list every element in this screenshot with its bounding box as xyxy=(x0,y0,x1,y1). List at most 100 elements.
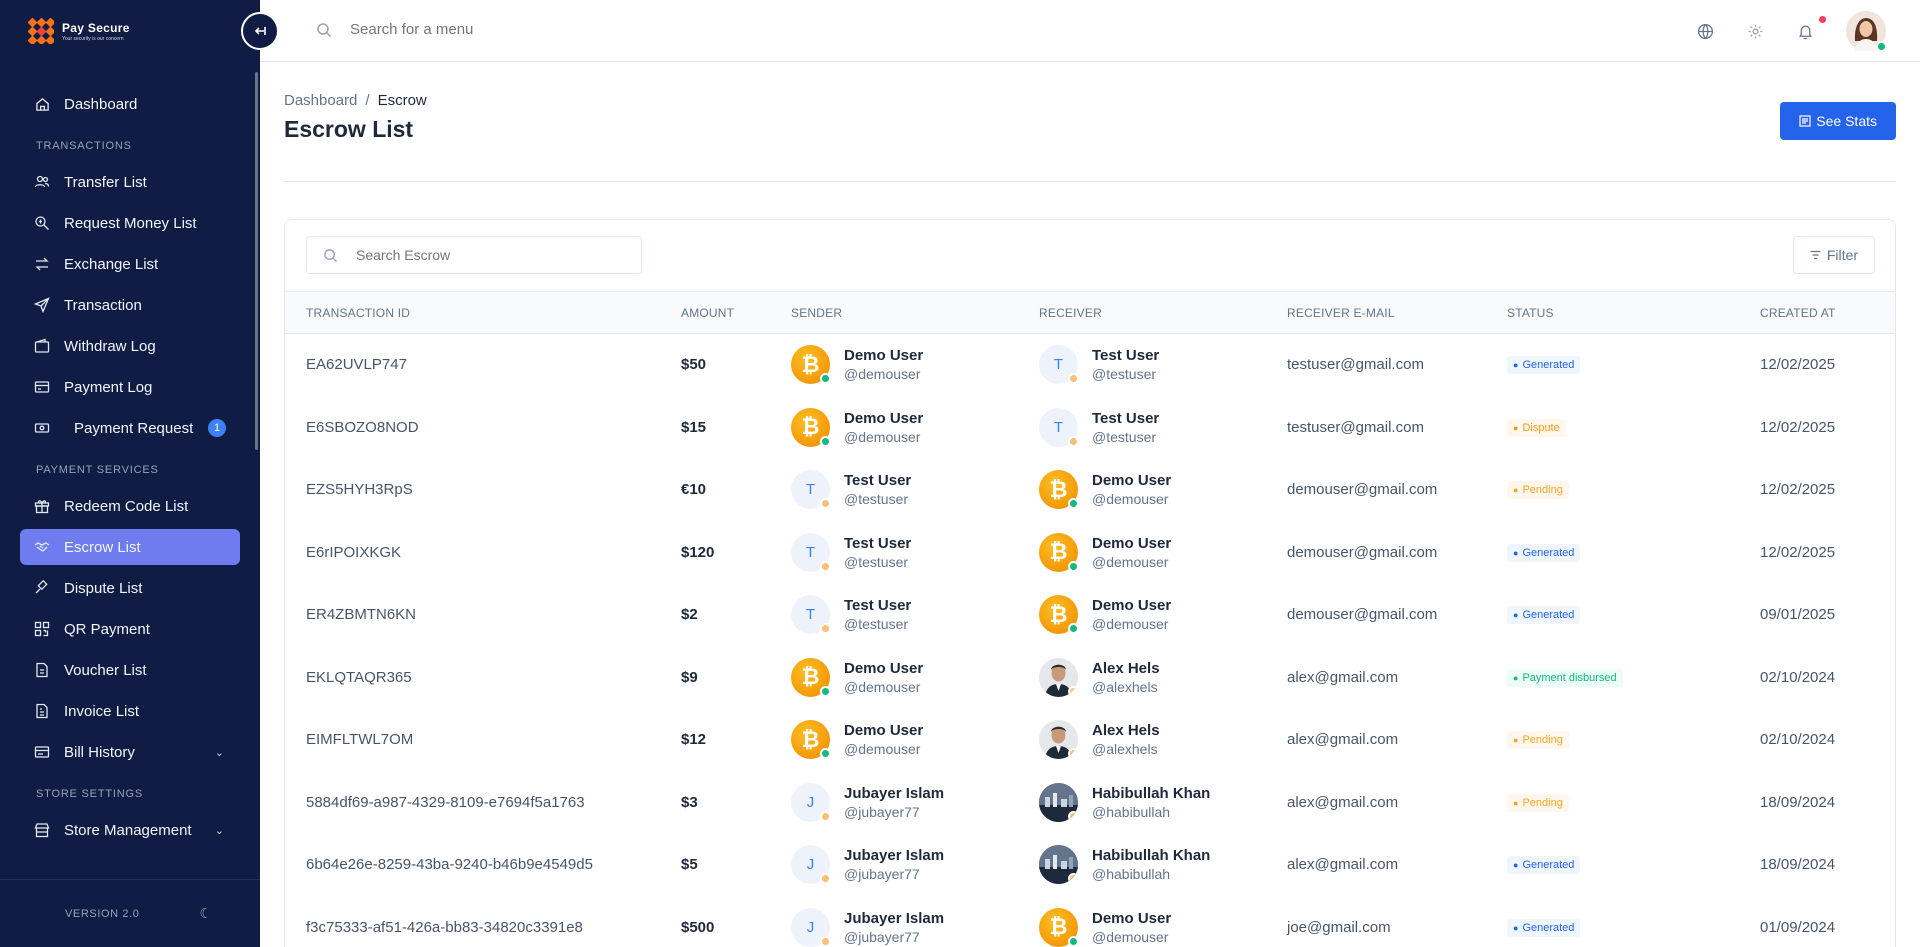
sidebar-item-invoice-list[interactable]: Invoice List xyxy=(20,693,240,729)
sender-cell: J Jubayer Islam @jubayer77 xyxy=(791,896,1039,947)
sidebar-item-voucher-list[interactable]: Voucher List xyxy=(20,652,240,688)
status-badge: Generated xyxy=(1507,356,1581,375)
user-cell[interactable]: ₿ Demo User @demouser xyxy=(1039,595,1287,635)
status-cell: Payment disbursed xyxy=(1507,646,1760,709)
user-cell[interactable]: ₿ Demo User @demouser xyxy=(791,345,1039,385)
brand-logo[interactable]: Pay Secure Your security is our concern xyxy=(28,18,130,44)
user-cell[interactable]: T Test User @testuser xyxy=(1039,345,1287,385)
user-cell[interactable]: ₿ Demo User @demouser xyxy=(1039,907,1287,947)
sidebar-item-label: Store Management xyxy=(64,821,192,839)
sidebar-item-qr-payment[interactable]: QR Payment xyxy=(20,611,240,647)
column-receiver-email[interactable]: RECEIVER E-MAIL xyxy=(1287,292,1507,334)
user-cell[interactable]: T Test User @testuser xyxy=(791,532,1039,572)
transaction-id[interactable]: EKLQTAQR365 xyxy=(285,646,681,709)
breadcrumb-current: Escrow xyxy=(377,92,427,109)
table-row[interactable]: E6SBOZO8NOD $15 ₿ Demo User @demouser T … xyxy=(285,396,1895,459)
sidebar-scrollbar[interactable] xyxy=(255,72,258,450)
user-cell[interactable]: J Jubayer Islam @jubayer77 xyxy=(791,907,1039,947)
sidebar-item-withdraw-log[interactable]: Withdraw Log xyxy=(20,328,240,364)
user-cell[interactable]: ₿ Demo User @demouser xyxy=(791,657,1039,697)
brand-name: Pay Secure xyxy=(62,20,130,35)
globe-icon[interactable] xyxy=(1696,22,1714,40)
user-cell[interactable]: T Test User @testuser xyxy=(791,470,1039,510)
table-row[interactable]: E6rIPOIXKGK $120 T Test User @testuser ₿… xyxy=(285,521,1895,584)
sidebar-item-store-management[interactable]: Store Management ⌄ xyxy=(20,812,240,848)
user-cell[interactable]: Alex Hels @alexhels xyxy=(1039,657,1287,697)
sidebar-item-redeem-code-list[interactable]: Redeem Code List xyxy=(20,488,240,524)
sidebar-item-bill-history[interactable]: Bill History ⌄ xyxy=(20,734,240,770)
user-cell[interactable]: T Test User @testuser xyxy=(1039,407,1287,447)
sender-cell: ₿ Demo User @demouser xyxy=(791,646,1039,709)
table-row[interactable]: 6b64e26e-8259-43ba-9240-b46b9e4549d5 $5 … xyxy=(285,834,1895,897)
user-cell[interactable]: J Jubayer Islam @jubayer77 xyxy=(791,782,1039,822)
table-row[interactable]: EKLQTAQR365 $9 ₿ Demo User @demouser Ale… xyxy=(285,646,1895,709)
sidebar-item-payment-request[interactable]: Payment Request 1 xyxy=(20,410,240,446)
transaction-id[interactable]: EZS5HYH3RpS xyxy=(285,459,681,522)
sidebar-item-request-money-list[interactable]: Request Money List xyxy=(20,205,240,241)
table-row[interactable]: EZS5HYH3RpS €10 T Test User @testuser ₿ … xyxy=(285,459,1895,522)
sidebar-item-escrow-list[interactable]: Escrow List xyxy=(20,529,240,565)
sender-cell: ₿ Demo User @demouser xyxy=(791,709,1039,772)
sidebar-item-transaction[interactable]: Transaction xyxy=(20,287,240,323)
transaction-id[interactable]: 6b64e26e-8259-43ba-9240-b46b9e4549d5 xyxy=(285,834,681,897)
transaction-id[interactable]: 5884df69-a987-4329-8109-e7694f5a1763 xyxy=(285,771,681,834)
user-cell[interactable]: J Jubayer Islam @jubayer77 xyxy=(791,845,1039,885)
sidebar-item-transfer-list[interactable]: Transfer List xyxy=(20,164,240,200)
transaction-id[interactable]: E6rIPOIXKGK xyxy=(285,521,681,584)
transaction-id[interactable]: EIMFLTWL7OM xyxy=(285,709,681,772)
transaction-id[interactable]: EA62UVLP747 xyxy=(285,334,681,397)
table-row[interactable]: EIMFLTWL7OM $12 ₿ Demo User @demouser Al… xyxy=(285,709,1895,772)
user-name: Demo User xyxy=(844,347,924,365)
status-badge: Payment disbursed xyxy=(1507,668,1623,687)
table-row[interactable]: 5884df69-a987-4329-8109-e7694f5a1763 $3 … xyxy=(285,771,1895,834)
user-cell[interactable]: T Test User @testuser xyxy=(791,595,1039,635)
see-stats-button[interactable]: See Stats xyxy=(1780,102,1896,140)
breadcrumb-dashboard-link[interactable]: Dashboard xyxy=(284,92,357,109)
amount: $12 xyxy=(681,731,707,749)
user-cell[interactable]: ₿ Demo User @demouser xyxy=(791,720,1039,760)
user-avatar[interactable] xyxy=(1846,11,1887,52)
sidebar-item-dashboard[interactable]: Dashboard xyxy=(20,86,240,122)
column-receiver[interactable]: RECEIVER xyxy=(1039,292,1287,334)
user-cell[interactable]: ₿ Demo User @demouser xyxy=(1039,470,1287,510)
global-search-input[interactable] xyxy=(350,21,650,38)
escrow-search-input[interactable] xyxy=(356,247,616,263)
user-cell[interactable]: ₿ Demo User @demouser xyxy=(791,407,1039,447)
table-row[interactable]: EA62UVLP747 $50 ₿ Demo User @demouser T … xyxy=(285,334,1895,397)
notification-bell-icon[interactable] xyxy=(1796,16,1826,40)
user-name: Jubayer Islam xyxy=(844,909,945,927)
user-handle: @jubayer77 xyxy=(844,866,920,883)
theme-toggle-moon-icon[interactable]: ☾ xyxy=(199,905,212,922)
column-created-at[interactable]: CREATED AT xyxy=(1760,292,1895,334)
column-status[interactable]: STATUS xyxy=(1507,292,1760,334)
user-avatar: ₿ xyxy=(791,720,831,760)
settings-gear-icon[interactable] xyxy=(1746,22,1764,40)
user-status-dot xyxy=(820,373,831,385)
transaction-id[interactable]: E6SBOZO8NOD xyxy=(285,396,681,459)
sidebar: Pay Secure Your security is our concern … xyxy=(0,0,260,947)
user-cell[interactable]: Habibullah Khan @habibullah xyxy=(1039,845,1287,885)
column-amount[interactable]: AMOUNT xyxy=(681,292,791,334)
user-name: Jubayer Islam xyxy=(844,784,945,802)
user-status-dot xyxy=(820,810,831,822)
sender-cell: T Test User @testuser xyxy=(791,521,1039,584)
transaction-id[interactable]: ER4ZBMTN6KN xyxy=(285,584,681,647)
filter-button[interactable]: Filter xyxy=(1792,236,1875,274)
collapse-sidebar-button[interactable] xyxy=(241,12,279,50)
created-at: 12/02/2025 xyxy=(1760,418,1836,436)
card-icon xyxy=(34,379,50,395)
sidebar-item-payment-log[interactable]: Payment Log xyxy=(20,369,240,405)
column-sender[interactable]: SENDER xyxy=(791,292,1039,334)
column-transaction-id[interactable]: TRANSACTION ID xyxy=(285,292,681,334)
user-cell[interactable]: ₿ Demo User @demouser xyxy=(1039,532,1287,572)
sidebar-item-exchange-list[interactable]: Exchange List xyxy=(20,246,240,282)
user-name: Test User xyxy=(844,534,912,552)
table-row[interactable]: ER4ZBMTN6KN $2 T Test User @testuser ₿ D… xyxy=(285,584,1895,647)
receiver-email: alex@gmail.com xyxy=(1287,793,1399,811)
user-cell[interactable]: Alex Hels @alexhels xyxy=(1039,720,1287,760)
sidebar-item-dispute-list[interactable]: Dispute List xyxy=(20,570,240,606)
table-row[interactable]: f3c75333-af51-426a-bb83-34820c3391e8 $50… xyxy=(285,896,1895,947)
user-avatar xyxy=(1039,657,1078,697)
transaction-id[interactable]: f3c75333-af51-426a-bb83-34820c3391e8 xyxy=(285,896,681,947)
user-cell[interactable]: Habibullah Khan @habibullah xyxy=(1039,782,1287,822)
